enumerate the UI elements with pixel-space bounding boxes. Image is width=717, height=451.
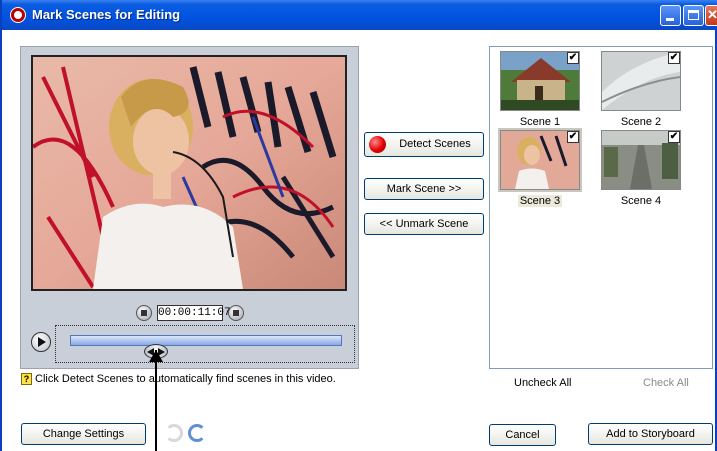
minimize-button[interactable] [660,5,681,26]
detect-scenes-label: Detect Scenes [399,138,471,150]
scene-label: Scene 4 [620,195,662,207]
scrubber-area[interactable] [55,325,355,363]
callout-arrow-line [155,350,157,451]
maximize-button[interactable] [683,5,704,26]
scrubber-track[interactable] [70,335,342,346]
undo-icon[interactable] [165,424,183,442]
add-to-storyboard-button[interactable]: Add to Storyboard [588,423,713,445]
mark-scenes-window: Mark Scenes for Editing ✕ 00:00:11:07 ? … [0,0,717,451]
scene-item-1[interactable]: ✔ Scene 1 [499,51,581,128]
scene-thumbnail[interactable]: ✔ [500,51,580,111]
video-frame-image [33,57,345,289]
scene-label: Scene 2 [620,116,662,128]
window-title: Mark Scenes for Editing [32,7,181,22]
change-settings-button[interactable]: Change Settings [21,423,146,445]
unmark-scene-button[interactable]: << Unmark Scene [364,213,484,235]
video-preview [31,55,347,291]
scene-thumbnail[interactable]: ✔ [601,130,681,190]
app-icon [10,7,26,23]
checkmark-icon[interactable]: ✔ [668,131,680,143]
scene-list: ✔ Scene 1 ✔ Scene 2 ✔ Scene 3 ✔ Scene 4 [489,46,713,369]
hint-text-row: ? Click Detect Scenes to automatically fi… [21,373,336,387]
minimize-icon [666,18,674,21]
scene-thumbnail[interactable]: ✔ [498,128,582,192]
maximize-icon [688,10,699,20]
step-forward-icon[interactable] [228,305,244,321]
hint-text: Click Detect Scenes to automatically fin… [35,373,336,385]
checkmark-icon[interactable]: ✔ [668,52,680,64]
scene-label: Scene 1 [519,116,561,128]
close-button[interactable]: ✕ [705,5,717,26]
uncheck-all-link[interactable]: Uncheck All [514,377,571,389]
mark-scene-button[interactable]: Mark Scene >> [364,178,484,200]
checkmark-icon[interactable]: ✔ [567,52,579,64]
callout-arrow-head [149,350,163,362]
timecode-display: 00:00:11:07 [157,305,231,321]
preview-panel: 00:00:11:07 [20,46,359,369]
record-icon [369,136,386,153]
title-bar[interactable]: Mark Scenes for Editing ✕ [2,0,717,30]
close-icon: ✕ [707,7,717,22]
check-all-link[interactable]: Check All [643,377,689,389]
cancel-button[interactable]: Cancel [489,424,556,446]
scene-label: Scene 3 [517,195,563,207]
redo-icon[interactable] [188,424,206,442]
play-icon[interactable] [31,332,51,352]
checkmark-icon[interactable]: ✔ [567,131,579,143]
step-back-icon[interactable] [136,305,152,321]
scene-item-4[interactable]: ✔ Scene 4 [600,130,682,207]
timecode-row: 00:00:11:07 [21,305,360,325]
scene-item-3[interactable]: ✔ Scene 3 [498,128,582,207]
help-icon: ? [21,373,32,386]
scene-thumbnail[interactable]: ✔ [601,51,681,111]
scene-item-2[interactable]: ✔ Scene 2 [600,51,682,128]
detect-scenes-button[interactable]: Detect Scenes [364,132,484,157]
